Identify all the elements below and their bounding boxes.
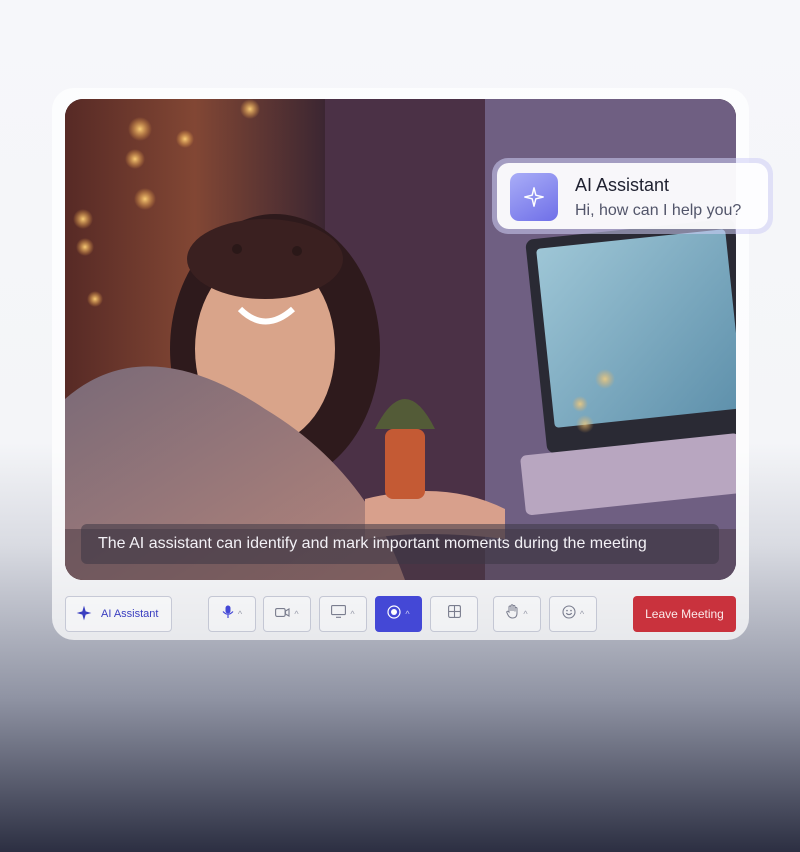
record-icon xyxy=(387,604,401,624)
emoji-icon xyxy=(562,604,576,624)
screen-share-icon xyxy=(331,605,347,623)
ai-assistant-popup-body[interactable]: AI Assistant Hi, how can I help you? xyxy=(497,163,768,229)
chevron-up-icon[interactable]: ^ xyxy=(523,609,527,619)
raise-hand-button[interactable]: ^ xyxy=(493,596,541,632)
chevron-up-icon[interactable]: ^ xyxy=(238,609,242,619)
camera-icon xyxy=(275,605,290,623)
camera-button[interactable]: ^ xyxy=(263,596,311,632)
screen-share-button[interactable]: ^ xyxy=(319,596,367,632)
ai-assistant-button-label: AI Assistant xyxy=(101,608,159,620)
sparkle-icon xyxy=(510,173,558,221)
layout-button[interactable] xyxy=(430,596,478,632)
microphone-icon xyxy=(222,605,234,624)
leave-meeting-button[interactable]: Leave Meeting xyxy=(633,596,736,632)
chevron-up-icon[interactable]: ^ xyxy=(580,609,584,619)
microphone-button[interactable]: ^ xyxy=(208,596,256,632)
meeting-caption: The AI assistant can identify and mark i… xyxy=(81,524,719,564)
chevron-up-icon[interactable]: ^ xyxy=(405,609,409,619)
chevron-up-icon[interactable]: ^ xyxy=(350,609,354,619)
ai-assistant-button[interactable]: AI Assistant xyxy=(65,596,172,632)
grid-layout-icon xyxy=(447,605,461,623)
chevron-up-icon[interactable]: ^ xyxy=(294,609,298,619)
ai-assistant-title: AI Assistant xyxy=(575,175,670,195)
raise-hand-icon xyxy=(506,604,519,624)
reactions-button[interactable]: ^ xyxy=(549,596,597,632)
ai-assistant-popup[interactable]: AI Assistant Hi, how can I help you? xyxy=(492,158,773,234)
record-button[interactable]: ^ xyxy=(375,596,422,632)
sparkle-icon xyxy=(76,605,92,624)
ai-assistant-message: Hi, how can I help you? xyxy=(575,202,742,219)
